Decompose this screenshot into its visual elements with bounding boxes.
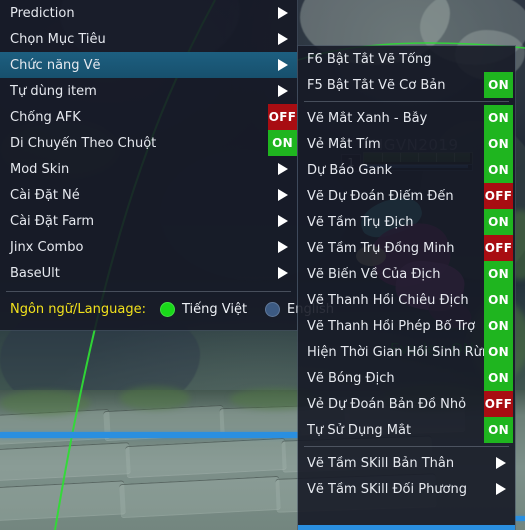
draw-item-label: Vẽ Mắt Xanh - Bẫy bbox=[307, 110, 428, 126]
chevron-right-icon bbox=[489, 483, 511, 495]
draw-item-label: Vẻ Dự Đoán Bản Đồ Nhỏ bbox=[307, 396, 467, 412]
menu-item-label: Mod Skin bbox=[10, 161, 70, 177]
draw-settings-submenu: F6 Bật Tắt Vẽ Tổng F5 Bật Tắt Vẽ Cơ Bản ON… bbox=[298, 46, 515, 530]
draw-item-du-bao-gank[interactable]: Dự Báo Gank ON bbox=[298, 157, 515, 183]
chevron-right-icon bbox=[271, 59, 293, 71]
main-menu-panel: Prediction Chọn Mục Tiêu Chức năng Vẽ Tự dù… bbox=[0, 0, 334, 330]
toggle-badge-du-bao-gank[interactable]: ON bbox=[484, 157, 513, 183]
range-indicator-line bbox=[515, 516, 525, 521]
menu-separator bbox=[304, 446, 509, 447]
chevron-right-icon bbox=[489, 457, 511, 469]
draw-item-ve-tam-tru-dich[interactable]: Vẽ Tầm Trụ Địch ON bbox=[298, 209, 515, 235]
menu-item-label: Cài Đặt Farm bbox=[10, 213, 95, 229]
toggle-badge-ve-du-doan-diem-den[interactable]: OFF bbox=[484, 183, 513, 209]
draw-item-ve-du-doan-diem-den[interactable]: Vẽ Dự Đoán Điểm Đến OFF bbox=[298, 183, 515, 209]
draw-item-label: Vẽ Tầm SKill Bản Thân bbox=[307, 455, 455, 471]
menu-item-jinx-combo[interactable]: Jinx Combo bbox=[0, 234, 297, 260]
draw-item-ve-tam-tru-dong-minh[interactable]: Vẽ Tầm Trụ Đồng Minh OFF bbox=[298, 235, 515, 261]
toggle-badge-ve-mat-tim[interactable]: ON bbox=[484, 131, 513, 157]
toggle-badge-ve-bong-dich[interactable]: ON bbox=[484, 365, 513, 391]
toggle-badge-chong-afk[interactable]: OFF bbox=[268, 104, 297, 130]
draw-item-ve-bong-dich[interactable]: Vẽ Bóng Địch ON bbox=[298, 365, 515, 391]
draw-item-label: Vẽ Thanh Hồi Chiêu Địch bbox=[307, 292, 469, 308]
chevron-right-icon bbox=[271, 189, 293, 201]
draw-item-label: Vẽ Bóng Địch bbox=[307, 370, 395, 386]
toggle-badge-di-chuyen-theo-chuot[interactable]: ON bbox=[268, 130, 297, 156]
draw-item-label: Vẽ Tầm Trụ Địch bbox=[307, 214, 414, 230]
toggle-badge-ve-mat-xanh-bay[interactable]: ON bbox=[484, 105, 513, 131]
menu-item-label: Chống AFK bbox=[10, 109, 81, 125]
chevron-right-icon bbox=[271, 7, 293, 19]
menu-item-label: Prediction bbox=[10, 5, 75, 21]
menu-item-label: Jinx Combo bbox=[10, 239, 84, 255]
draw-item-ve-thanh-hoi-phep-bo-tro[interactable]: Vẽ Thanh Hồi Phép Bổ Trợ ON bbox=[298, 313, 515, 339]
chevron-right-icon bbox=[271, 267, 293, 279]
menu-item-label: Di Chuyển Theo Chuột bbox=[10, 135, 157, 151]
draw-item-label: Vẽ Thanh Hồi Phép Bổ Trợ bbox=[307, 318, 476, 334]
draw-item-ve-tam-skill-doi-phuong[interactable]: Vẽ Tầm SKill Đối Phương bbox=[298, 476, 515, 502]
draw-settings-list: F6 Bật Tắt Vẽ Tổng F5 Bật Tắt Vẽ Cơ Bản ON… bbox=[298, 46, 515, 502]
chevron-right-icon bbox=[271, 33, 293, 45]
toggle-badge-tu-su-dung-mat[interactable]: ON bbox=[484, 417, 513, 443]
draw-item-f6-bat-tat-ve-tong[interactable]: F6 Bật Tắt Vẽ Tổng bbox=[298, 46, 515, 72]
toggle-badge-ve-thanh-hoi-chieu-dich[interactable]: ON bbox=[484, 287, 513, 313]
toggle-badge-ve-tam-tru-dich[interactable]: ON bbox=[484, 209, 513, 235]
draw-item-label: Tự Sử Dụng Mắt bbox=[307, 422, 412, 438]
draw-item-label: F6 Bật Tắt Vẽ Tổng bbox=[307, 51, 432, 67]
main-menu-list: Prediction Chọn Mục Tiêu Chức năng Vẽ Tự dù… bbox=[0, 0, 297, 286]
screen-root: 1 HGVN2019 Evade : ON PredictionChọn Mục… bbox=[0, 0, 525, 530]
draw-item-ve-tam-skill-ban-than[interactable]: Vẽ Tầm SKill Bản Thân bbox=[298, 450, 515, 476]
toggle-badge-ve-tam-tru-dong-minh[interactable]: OFF bbox=[484, 235, 513, 261]
chevron-right-icon bbox=[271, 241, 293, 253]
language-option-vi-label[interactable]: Tiếng Việt bbox=[182, 302, 247, 317]
draw-item-label: Vẽ Tầm SKill Đối Phương bbox=[307, 481, 468, 497]
menu-item-cai-dat-ne[interactable]: Cài Đặt Né bbox=[0, 182, 297, 208]
toggle-badge-f5-bat-tat-ve-co-ban[interactable]: ON bbox=[484, 72, 513, 98]
chevron-right-icon bbox=[271, 163, 293, 175]
menu-item-tu-dung-item[interactable]: Tự dùng item bbox=[0, 78, 297, 104]
menu-separator bbox=[6, 291, 291, 292]
draw-item-label: Vẽ Tầm Trụ Đồng Minh bbox=[307, 240, 455, 256]
menu-item-label: Cài Đặt Né bbox=[10, 187, 80, 203]
toggle-badge-ve-du-doan-ban-do-nho[interactable]: OFF bbox=[484, 391, 513, 417]
menu-item-label: Tự dùng item bbox=[10, 83, 97, 99]
draw-item-ve-thanh-hoi-chieu-dich[interactable]: Vẽ Thanh Hồi Chiêu Địch ON bbox=[298, 287, 515, 313]
menu-item-chon-muc-tieu[interactable]: Chọn Mục Tiêu bbox=[0, 26, 297, 52]
chevron-right-icon bbox=[271, 215, 293, 227]
menu-separator bbox=[304, 101, 509, 102]
menu-item-baseult[interactable]: BaseUlt bbox=[0, 260, 297, 286]
draw-item-label: F5 Bật Tắt Vẽ Cơ Bản bbox=[307, 77, 446, 93]
panel-bottom-accent-bar bbox=[298, 525, 515, 530]
range-indicator-line bbox=[0, 432, 298, 438]
draw-item-ve-bien-ve-cua-dich[interactable]: Vẽ Biến Về Của Địch ON bbox=[298, 261, 515, 287]
draw-item-hien-thoi-gian-hoi-sinh-rung[interactable]: Hiện Thời Gian Hồi Sinh Rừng ON bbox=[298, 339, 515, 365]
menu-item-prediction[interactable]: Prediction bbox=[0, 0, 297, 26]
language-label: Ngôn ngữ/Language: bbox=[10, 301, 146, 317]
menu-item-label: Chọn Mục Tiêu bbox=[10, 31, 106, 47]
draw-item-label: Vẽ Dự Đoán Điểm Đến bbox=[307, 188, 454, 204]
draw-item-ve-mat-xanh-bay[interactable]: Vẽ Mắt Xanh - Bẫy ON bbox=[298, 105, 515, 131]
menu-item-label: Chức năng Vẽ bbox=[10, 57, 101, 73]
toggle-badge-ve-bien-ve-cua-dich[interactable]: ON bbox=[484, 261, 513, 287]
draw-item-label: Vẻ Mắt Tím bbox=[307, 136, 381, 152]
menu-item-chong-afk[interactable]: Chống AFK OFF bbox=[0, 104, 297, 130]
menu-item-label: BaseUlt bbox=[10, 265, 60, 281]
menu-item-chuc-nang-ve[interactable]: Chức năng Vẽ bbox=[0, 52, 297, 78]
menu-item-di-chuyen-theo-chuot[interactable]: Di Chuyển Theo Chuột ON bbox=[0, 130, 297, 156]
radio-tieng-viet[interactable] bbox=[159, 301, 175, 317]
draw-item-tu-su-dung-mat[interactable]: Tự Sử Dụng Mắt ON bbox=[298, 417, 515, 443]
radio-english[interactable] bbox=[265, 301, 281, 317]
toggle-badge-ve-thanh-hoi-phep-bo-tro[interactable]: ON bbox=[484, 313, 513, 339]
language-selector-row: Ngôn ngữ/Language: Tiếng Việt English bbox=[0, 295, 334, 323]
toggle-badge-hien-thoi-gian-hoi-sinh-rung[interactable]: ON bbox=[484, 339, 513, 365]
chevron-right-icon bbox=[271, 85, 293, 97]
draw-item-label: Hiện Thời Gian Hồi Sinh Rừng bbox=[307, 344, 499, 360]
draw-item-f5-bat-tat-ve-co-ban[interactable]: F5 Bật Tắt Vẽ Cơ Bản ON bbox=[298, 72, 515, 98]
draw-item-label: Dự Báo Gank bbox=[307, 162, 393, 178]
menu-item-mod-skin[interactable]: Mod Skin bbox=[0, 156, 297, 182]
draw-item-ve-du-doan-ban-do-nho[interactable]: Vẻ Dự Đoán Bản Đồ Nhỏ OFF bbox=[298, 391, 515, 417]
draw-item-ve-mat-tim[interactable]: Vẻ Mắt Tím ON bbox=[298, 131, 515, 157]
menu-item-cai-dat-farm[interactable]: Cài Đặt Farm bbox=[0, 208, 297, 234]
draw-item-label: Vẽ Biến Về Của Địch bbox=[307, 266, 441, 282]
